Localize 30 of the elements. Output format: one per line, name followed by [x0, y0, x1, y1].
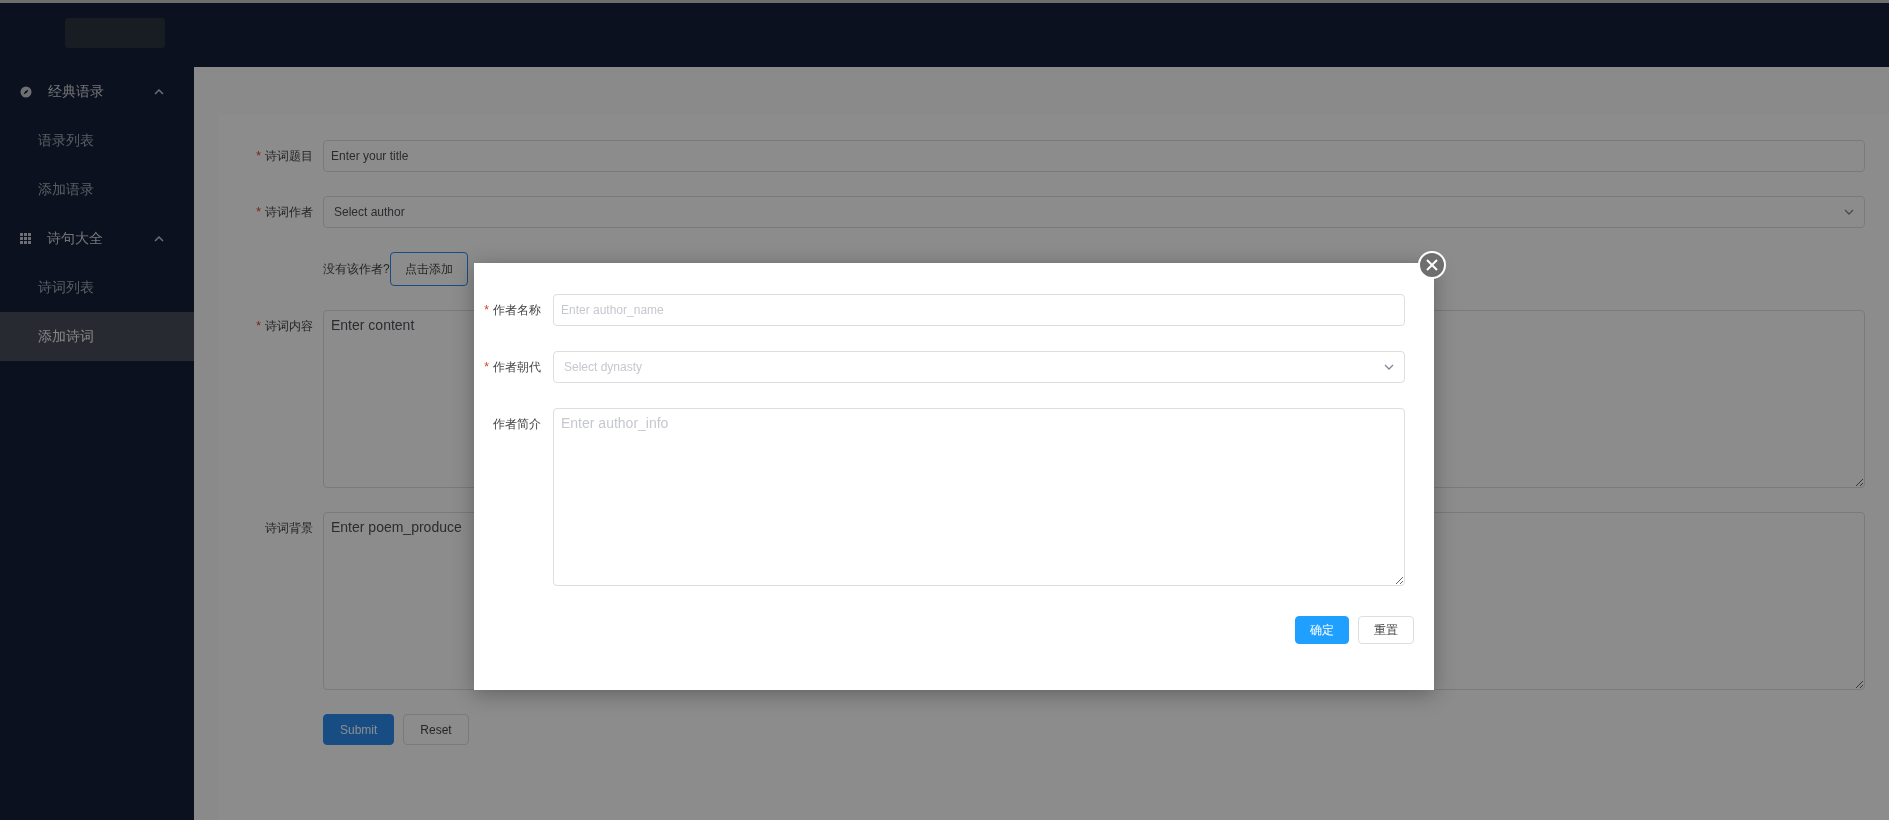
field-label: * 诗词内容: [256, 319, 313, 333]
menu-group-header[interactable]: 经典语录: [0, 67, 194, 116]
add-author-button[interactable]: 点击添加: [389, 252, 468, 286]
helper-text: 没有该作者?: [323, 261, 390, 278]
chevron-down-icon: [1384, 364, 1394, 370]
chevron-down-icon: [1844, 209, 1854, 215]
reset-button[interactable]: 重置: [1358, 616, 1414, 644]
compass-icon: [20, 85, 32, 98]
textarea-field[interactable]: Enter author_info: [553, 408, 1405, 586]
field-label: * 作者朝代: [484, 360, 541, 374]
field-label: 诗词背景: [265, 521, 313, 535]
field-label: 作者简介: [493, 417, 541, 431]
menu-item[interactable]: 诗词列表: [0, 263, 194, 312]
grid-icon: [20, 233, 31, 244]
chevron-up-icon: [154, 234, 164, 243]
input-field[interactable]: Enter your title: [323, 140, 1865, 172]
submit-button[interactable]: 确定: [1295, 616, 1349, 644]
menu-group-header[interactable]: 诗句大全: [0, 214, 194, 263]
chevron-up-icon: [154, 87, 164, 96]
reset-button[interactable]: Reset: [403, 714, 469, 745]
input-field[interactable]: Enter author_name: [553, 294, 1405, 326]
close-icon: [1426, 259, 1438, 271]
field-label: * 诗词作者: [256, 205, 313, 219]
menu-item[interactable]: 语录列表: [0, 116, 194, 165]
menu-item[interactable]: 添加语录: [0, 165, 194, 214]
menu-item[interactable]: 添加诗词: [0, 312, 194, 361]
submit-button[interactable]: Submit: [323, 714, 395, 745]
select-field[interactable]: Select author: [323, 196, 1865, 228]
field-label: * 诗词题目: [256, 149, 313, 163]
field-label: * 作者名称: [484, 303, 541, 317]
